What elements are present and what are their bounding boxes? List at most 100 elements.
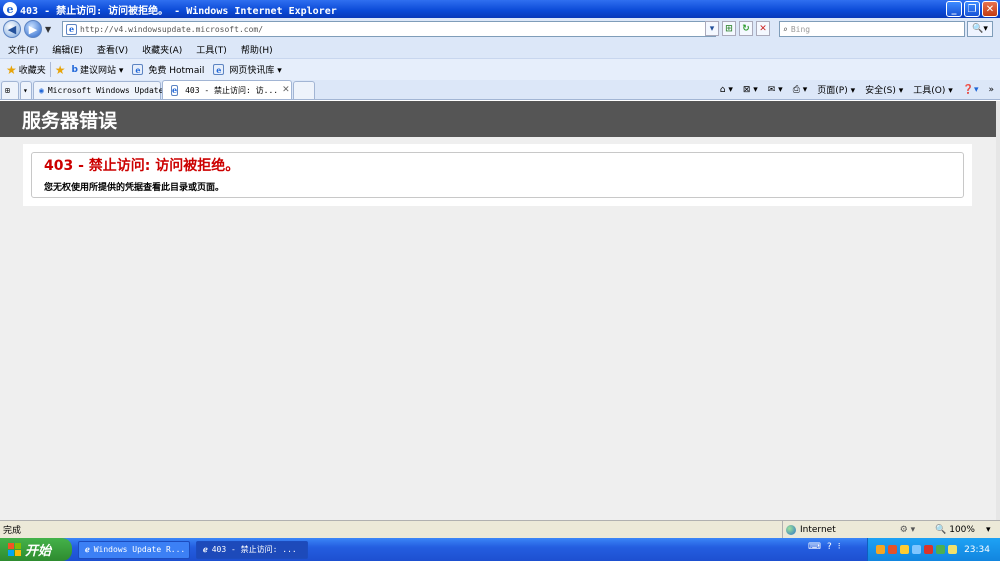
help-icon[interactable]: ? [827,542,832,552]
zoom-control[interactable]: 🔍 100% ▾ [935,521,990,539]
error-title: 403 - 禁止访问: 访问被拒绝。 [44,158,240,174]
tab-label: Microsoft Windows Update [47,86,164,95]
error-panel: 403 - 禁止访问: 访问被拒绝。 您无权使用所提供的凭据查看此目录或页面。 [23,144,972,206]
tray-app-icon[interactable] [936,545,946,554]
zoom-dropdown-icon[interactable]: ▾ [986,525,991,535]
tab-windows-update[interactable]: ◉ Microsoft Windows Update [33,81,164,99]
help-icon[interactable]: ❓▾ [963,85,979,95]
favorites-button[interactable]: ★ 收藏夹 [6,63,46,77]
language-options-icon[interactable]: ⁝ [838,542,841,552]
tray-volume-icon[interactable] [948,545,958,554]
new-tab-button[interactable] [293,81,315,99]
address-row: ◀ ▶ ▼ e http://v4.windowsupdate.microsof… [0,18,1000,40]
hotmail-link[interactable]: e 免费 Hotmail [129,63,204,76]
vertical-scrollbar[interactable] [996,101,1000,520]
address-tools: ▾ ⊞ ↻ ✕ [705,21,770,36]
search-placeholder: Bing [790,24,811,34]
url-text[interactable]: http://v4.windowsupdate.microsoft.com/ [80,25,263,34]
search-magnifier-icon: ⌕ [783,24,788,34]
windows-update-icon: ◉ [39,86,44,95]
security-zone[interactable]: Internet ⚙ ▾ [782,521,915,539]
search-button[interactable]: 🔍▾ [967,21,993,37]
feeds-icon[interactable]: ⊠ ▾ [743,85,758,95]
page-content: 服务器错误 403 - 禁止访问: 访问被拒绝。 您无权使用所提供的凭据查看此目… [0,101,996,520]
window-controls: _ ❐ ✕ [946,1,998,17]
tray-network-icon[interactable] [912,545,922,554]
error-box: 403 - 禁止访问: 访问被拒绝。 您无权使用所提供的凭据查看此目录或页面。 [31,152,964,198]
menu-file[interactable]: 文件(F) [8,43,38,56]
menu-bar: 文件(F) 编辑(E) 查看(V) 收藏夹(A) 工具(T) 帮助(H) [0,40,1000,58]
refresh-icon[interactable]: ↻ [739,21,753,36]
menu-edit[interactable]: 编辑(E) [52,43,83,56]
tray-security-icon[interactable] [924,545,934,554]
protected-mode-icon: ⚙ ▾ [899,525,916,535]
favorites-bar: ★ 收藏夹 ★ b 建议网站 ▾ e 免费 Hotmail e 网页快讯库 ▾ [0,58,1000,80]
status-bar: 完成 Internet ⚙ ▾ 🔍 100% ▾ [0,520,1000,539]
taskbar-item-label: Windows Update R... [93,545,186,554]
start-button[interactable]: 开始 [0,538,72,561]
page-icon: e [66,23,77,35]
zone-label: Internet [800,525,836,535]
windows-logo-icon [8,543,21,556]
tools-menu-button[interactable]: 工具(O) ▾ [913,83,953,96]
system-tray: 23:34 [867,538,1000,561]
fav-item-label: 免费 Hotmail [148,66,205,76]
home-icon[interactable]: ⌂ ▾ [720,85,733,95]
ie-icon: ℯ [203,545,208,554]
back-button[interactable]: ◀ [3,20,21,38]
taskbar-item-label: 403 - 禁止访问: ... [211,545,297,554]
recent-pages-dropdown[interactable]: ▼ [45,25,51,34]
suggested-sites-link[interactable]: b 建议网站 ▾ [71,63,124,77]
menu-tools[interactable]: 工具(T) [196,43,227,56]
page-menu-button[interactable]: 页面(P) ▾ [817,83,855,96]
divider [49,62,51,77]
compatibility-view-icon[interactable]: ⊞ [722,21,736,36]
keyboard-icon[interactable]: ⌨ [808,542,821,552]
quick-tabs-button[interactable]: ⊞ [1,81,19,99]
address-dropdown-button[interactable]: ▾ [705,21,719,36]
window-title: 403 - 禁止访问: 访问被拒绝。 - Windows Internet Ex… [20,5,337,17]
bing-icon: b [71,64,78,75]
error-description: 您无权使用所提供的凭据查看此目录或页面。 [44,183,225,193]
tab-close-icon[interactable]: ✕ [282,85,290,95]
tab-403[interactable]: e 403 - 禁止访问: 访... ✕ [162,80,292,99]
print-icon[interactable]: ⎙ ▾ [793,85,808,95]
menu-help[interactable]: 帮助(H) [241,43,273,56]
page-icon: e [132,64,144,75]
address-bar[interactable]: e http://v4.windowsupdate.microsoft.com/ [62,21,716,37]
ie-logo-icon: e [3,2,17,16]
menu-favorites[interactable]: 收藏夹(A) [142,43,182,56]
start-label: 开始 [25,544,52,559]
page-header: 服务器错误 [0,101,996,137]
language-bar: ⌨ ? ⁝ [808,542,841,552]
tray-app-icon[interactable] [876,545,886,554]
zoom-level: 100% [949,525,975,535]
title-bar: e 403 - 禁止访问: 访问被拒绝。 - Windows Internet … [0,0,1000,18]
menu-view[interactable]: 查看(V) [97,43,128,56]
safety-menu-button[interactable]: 安全(S) ▾ [865,83,903,96]
web-slice-gallery-link[interactable]: e 网页快讯库 ▾ [210,63,282,76]
close-button[interactable]: ✕ [982,1,998,17]
star-icon: ★ [6,62,17,77]
tab-label: 403 - 禁止访问: 访... [185,85,279,95]
add-favorite-icon[interactable]: ★ [55,63,66,77]
search-input[interactable]: ⌕ Bing [779,21,965,37]
fav-item-label: 建议网站 ▾ [80,66,124,76]
page-icon: e [171,84,179,96]
tray-app-icon[interactable] [888,545,898,554]
status-text: 完成 [3,526,22,536]
minimize-button[interactable]: _ [946,1,962,17]
maximize-button[interactable]: ❐ [964,1,980,17]
taskbar: 开始 ℯ Windows Update R... ℯ 403 - 禁止访问: .… [0,538,1000,561]
clock[interactable]: 23:34 [964,545,990,555]
stop-icon[interactable]: ✕ [756,21,770,36]
page-icon: e [213,64,225,75]
taskbar-item-windows-update[interactable]: ℯ Windows Update R... [78,540,190,559]
more-chevron-icon[interactable]: » [988,85,994,95]
ie-icon: ℯ [85,545,90,554]
tray-shield-icon[interactable] [900,545,910,554]
tab-list-dropdown[interactable]: ▾ [20,81,32,99]
forward-button[interactable]: ▶ [24,20,42,38]
taskbar-item-403[interactable]: ℯ 403 - 禁止访问: ... [196,540,308,559]
mail-icon[interactable]: ✉ ▾ [768,85,783,95]
